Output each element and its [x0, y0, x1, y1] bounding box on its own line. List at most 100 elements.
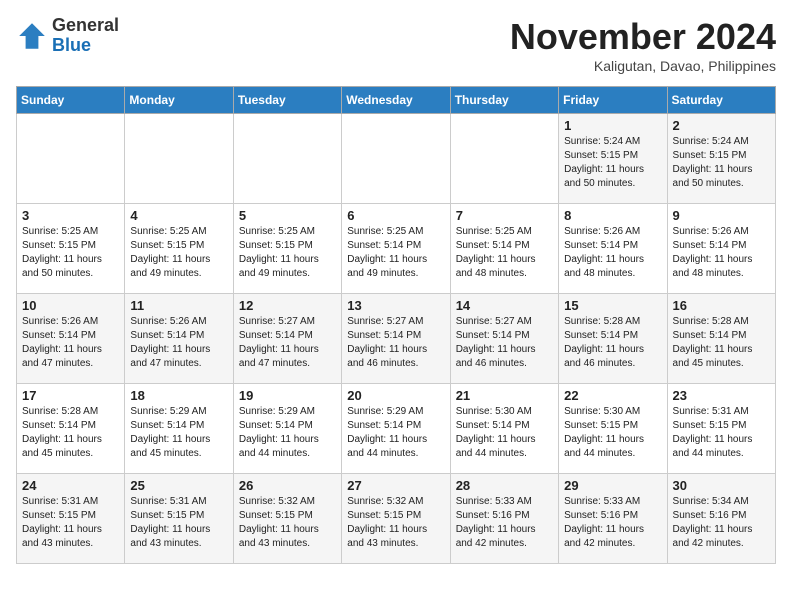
day-cell: 3 Sunrise: 5:25 AMSunset: 5:15 PMDaylight…	[17, 204, 125, 294]
week-row-2: 3 Sunrise: 5:25 AMSunset: 5:15 PMDaylight…	[17, 204, 776, 294]
day-number: 5	[239, 208, 336, 223]
day-cell: 23Sunrise: 5:31 AMSunset: 5:15 PMDayligh…	[667, 384, 775, 474]
cell-details: Sunrise: 5:25 AMSunset: 5:15 PMDaylight:…	[239, 226, 319, 279]
header-cell-thursday: Thursday	[450, 87, 558, 114]
day-number: 29	[564, 478, 661, 493]
cell-details: Sunrise: 5:27 AMSunset: 5:14 PMDaylight:…	[456, 316, 536, 369]
cell-details: Sunrise: 5:25 AMSunset: 5:14 PMDaylight:…	[456, 226, 536, 279]
day-number: 11	[130, 298, 227, 313]
cell-details: Sunrise: 5:33 AMSunset: 5:16 PMDaylight:…	[564, 496, 644, 549]
day-cell	[125, 114, 233, 204]
week-row-3: 10 Sunrise: 5:26 AMSunset: 5:14 PMDayligh…	[17, 294, 776, 384]
day-number: 3	[22, 208, 119, 223]
day-cell: 2 Sunrise: 5:24 AMSunset: 5:15 PMDaylight…	[667, 114, 775, 204]
cell-details: Sunrise: 5:25 AMSunset: 5:14 PMDaylight:…	[347, 226, 427, 279]
header-cell-monday: Monday	[125, 87, 233, 114]
cell-details: Sunrise: 5:25 AMSunset: 5:15 PMDaylight:…	[130, 226, 210, 279]
day-cell: 8 Sunrise: 5:26 AMSunset: 5:14 PMDaylight…	[559, 204, 667, 294]
day-number: 6	[347, 208, 444, 223]
calendar-table: SundayMondayTuesdayWednesdayThursdayFrid…	[16, 86, 776, 564]
day-cell: 15Sunrise: 5:28 AMSunset: 5:14 PMDayligh…	[559, 294, 667, 384]
header-cell-saturday: Saturday	[667, 87, 775, 114]
header-cell-tuesday: Tuesday	[233, 87, 341, 114]
day-number: 23	[673, 388, 770, 403]
cell-details: Sunrise: 5:28 AMSunset: 5:14 PMDaylight:…	[564, 316, 644, 369]
cell-details: Sunrise: 5:26 AMSunset: 5:14 PMDaylight:…	[673, 226, 753, 279]
cell-details: Sunrise: 5:24 AMSunset: 5:15 PMDaylight:…	[564, 136, 644, 189]
cell-details: Sunrise: 5:26 AMSunset: 5:14 PMDaylight:…	[564, 226, 644, 279]
day-cell: 18Sunrise: 5:29 AMSunset: 5:14 PMDayligh…	[125, 384, 233, 474]
day-number: 4	[130, 208, 227, 223]
day-number: 16	[673, 298, 770, 313]
cell-details: Sunrise: 5:24 AMSunset: 5:15 PMDaylight:…	[673, 136, 753, 189]
day-number: 13	[347, 298, 444, 313]
day-cell: 28 Sunrise: 5:33 AMSunset: 5:16 PMDayligh…	[450, 474, 558, 564]
page-header: General Blue November 2024 Kaligutan, Da…	[16, 16, 776, 74]
day-cell: 21 Sunrise: 5:30 AMSunset: 5:14 PMDayligh…	[450, 384, 558, 474]
logo-general: General	[52, 16, 119, 36]
day-number: 26	[239, 478, 336, 493]
day-cell: 14 Sunrise: 5:27 AMSunset: 5:14 PMDayligh…	[450, 294, 558, 384]
day-cell: 1 Sunrise: 5:24 AMSunset: 5:15 PMDaylight…	[559, 114, 667, 204]
logo-icon	[16, 20, 48, 52]
day-cell: 19 Sunrise: 5:29 AMSunset: 5:14 PMDayligh…	[233, 384, 341, 474]
day-cell: 4 Sunrise: 5:25 AMSunset: 5:15 PMDaylight…	[125, 204, 233, 294]
day-number: 30	[673, 478, 770, 493]
logo-blue: Blue	[52, 36, 119, 56]
day-number: 7	[456, 208, 553, 223]
cell-details: Sunrise: 5:30 AMSunset: 5:14 PMDaylight:…	[456, 406, 536, 459]
cell-details: Sunrise: 5:30 AMSunset: 5:15 PMDaylight:…	[564, 406, 644, 459]
day-number: 10	[22, 298, 119, 313]
day-cell: 29 Sunrise: 5:33 AMSunset: 5:16 PMDayligh…	[559, 474, 667, 564]
day-number: 28	[456, 478, 553, 493]
day-number: 2	[673, 118, 770, 133]
day-cell: 17 Sunrise: 5:28 AMSunset: 5:14 PMDayligh…	[17, 384, 125, 474]
month-title: November 2024	[510, 16, 776, 58]
cell-details: Sunrise: 5:34 AMSunset: 5:16 PMDaylight:…	[673, 496, 753, 549]
day-number: 19	[239, 388, 336, 403]
day-number: 8	[564, 208, 661, 223]
day-number: 27	[347, 478, 444, 493]
day-number: 25	[130, 478, 227, 493]
day-number: 24	[22, 478, 119, 493]
title-area: November 2024 Kaligutan, Davao, Philippi…	[510, 16, 776, 74]
day-number: 21	[456, 388, 553, 403]
day-number: 17	[22, 388, 119, 403]
cell-details: Sunrise: 5:29 AMSunset: 5:14 PMDaylight:…	[347, 406, 427, 459]
cell-details: Sunrise: 5:26 AMSunset: 5:14 PMDaylight:…	[130, 316, 210, 369]
cell-details: Sunrise: 5:28 AMSunset: 5:14 PMDaylight:…	[22, 406, 102, 459]
day-number: 1	[564, 118, 661, 133]
day-cell: 12Sunrise: 5:27 AMSunset: 5:14 PMDayligh…	[233, 294, 341, 384]
day-cell: 7 Sunrise: 5:25 AMSunset: 5:14 PMDaylight…	[450, 204, 558, 294]
header-cell-friday: Friday	[559, 87, 667, 114]
cell-details: Sunrise: 5:31 AMSunset: 5:15 PMDaylight:…	[22, 496, 102, 549]
day-cell	[17, 114, 125, 204]
day-number: 14	[456, 298, 553, 313]
cell-details: Sunrise: 5:25 AMSunset: 5:15 PMDaylight:…	[22, 226, 102, 279]
header-cell-wednesday: Wednesday	[342, 87, 450, 114]
logo: General Blue	[16, 16, 119, 56]
cell-details: Sunrise: 5:27 AMSunset: 5:14 PMDaylight:…	[239, 316, 319, 369]
day-cell: 11 Sunrise: 5:26 AMSunset: 5:14 PMDayligh…	[125, 294, 233, 384]
day-cell: 5 Sunrise: 5:25 AMSunset: 5:15 PMDaylight…	[233, 204, 341, 294]
location: Kaligutan, Davao, Philippines	[510, 58, 776, 74]
header-row: SundayMondayTuesdayWednesdayThursdayFrid…	[17, 87, 776, 114]
calendar-header: SundayMondayTuesdayWednesdayThursdayFrid…	[17, 87, 776, 114]
cell-details: Sunrise: 5:29 AMSunset: 5:14 PMDaylight:…	[239, 406, 319, 459]
day-number: 22	[564, 388, 661, 403]
day-cell: 10Sunrise: 5:26 AMSunset: 5:14 PMDayligh…	[17, 294, 125, 384]
day-cell: 27 Sunrise: 5:32 AMSunset: 5:15 PMDayligh…	[342, 474, 450, 564]
day-cell: 9Sunrise: 5:26 AMSunset: 5:14 PMDaylight…	[667, 204, 775, 294]
day-cell: 25 Sunrise: 5:31 AMSunset: 5:15 PMDayligh…	[125, 474, 233, 564]
day-cell	[233, 114, 341, 204]
logo-text: General Blue	[52, 16, 119, 56]
cell-details: Sunrise: 5:31 AMSunset: 5:15 PMDaylight:…	[130, 496, 210, 549]
day-number: 18	[130, 388, 227, 403]
week-row-1: 1 Sunrise: 5:24 AMSunset: 5:15 PMDaylight…	[17, 114, 776, 204]
cell-details: Sunrise: 5:32 AMSunset: 5:15 PMDaylight:…	[239, 496, 319, 549]
cell-details: Sunrise: 5:33 AMSunset: 5:16 PMDaylight:…	[456, 496, 536, 549]
day-cell	[450, 114, 558, 204]
week-row-4: 17 Sunrise: 5:28 AMSunset: 5:14 PMDayligh…	[17, 384, 776, 474]
day-number: 20	[347, 388, 444, 403]
cell-details: Sunrise: 5:32 AMSunset: 5:15 PMDaylight:…	[347, 496, 427, 549]
